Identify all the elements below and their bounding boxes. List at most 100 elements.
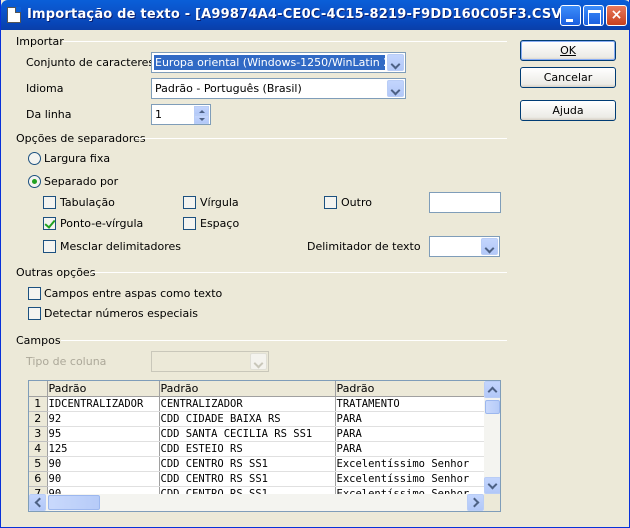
cell[interactable]: 90 (47, 456, 160, 472)
other-options-section-title: Outras opções (16, 266, 96, 279)
separators-section-title: Opções de separadores (16, 132, 146, 145)
cell[interactable]: CDD SANTA CECILIA RS SS1 (159, 426, 336, 442)
column-header[interactable]: Padrão (159, 381, 336, 397)
quoted-as-text-label[interactable]: Campos entre aspas como texto (44, 287, 222, 300)
column-header[interactable]: Padrão (335, 381, 486, 397)
document-icon (7, 7, 21, 23)
spin-up-icon[interactable] (194, 106, 209, 115)
row-number: 1 (29, 396, 48, 412)
from-row-value: 1 (155, 108, 162, 121)
separators-section-divider (135, 138, 507, 139)
column-header[interactable]: Padrão (47, 381, 160, 397)
row-number: 5 (29, 456, 48, 472)
fixed-width-radio[interactable] (28, 152, 41, 165)
text-delimiter-value (432, 239, 479, 254)
row-number: 4 (29, 441, 48, 457)
cell[interactable]: IDCENTRALIZADOR (47, 396, 160, 412)
cell[interactable]: CENTRALIZADOR (159, 396, 336, 412)
cell[interactable]: CDD CIDADE BAIXA RS (159, 411, 336, 427)
horizontal-scrollbar[interactable] (29, 494, 484, 511)
vertical-scrollbar[interactable] (484, 381, 500, 494)
merge-delimiters-checkbox[interactable] (43, 240, 56, 253)
cell[interactable]: CDD CENTRO RS SS1 (159, 471, 336, 487)
space-label[interactable]: Espaço (200, 217, 239, 230)
chevron-down-icon[interactable] (481, 238, 498, 255)
table-row: 5 90 CDD CENTRO RS SS1 Excelentíssimo Senho… (29, 456, 486, 472)
cancel-button[interactable]: Cancelar (520, 67, 616, 88)
maximize-button[interactable] (583, 5, 604, 26)
other-checkbox[interactable] (324, 196, 337, 209)
fields-preview-grid[interactable]: Padrão Padrão Padrão 1 IDCENTRALIZADOR CEN… (28, 380, 501, 512)
merge-delimiters-label[interactable]: Mesclar delimitadores (60, 240, 181, 253)
import-text-dialog: Importação de texto - [A99874A4-CE0C-4C1… (0, 0, 630, 528)
charset-select[interactable]: Europa oriental (Windows-1250/WinLatin 2… (151, 52, 406, 73)
cell[interactable]: 125 (47, 441, 160, 457)
row-number: 6 (29, 471, 48, 487)
help-label: Ajuda (552, 104, 584, 117)
separated-by-label[interactable]: Separado por (44, 175, 118, 188)
spin-down-icon[interactable] (194, 115, 209, 124)
horizontal-scroll-thumb[interactable] (48, 495, 100, 510)
cell[interactable]: PARA (335, 426, 486, 442)
ok-button[interactable]: OK (520, 40, 616, 61)
cell[interactable]: CDD ESTEIO RS (159, 441, 336, 457)
import-section-title: Importar (16, 35, 64, 48)
semicolon-label[interactable]: Ponto-e-vírgula (60, 217, 143, 230)
detect-special-numbers-checkbox[interactable] (28, 307, 41, 320)
cell[interactable]: PARA (335, 441, 486, 457)
separated-by-radio[interactable] (28, 175, 41, 188)
title-bar[interactable]: Importação de texto - [A99874A4-CE0C-4C1… (1, 0, 630, 30)
cell[interactable]: 92 (47, 411, 160, 427)
help-button[interactable]: Ajuda (520, 100, 616, 121)
cell[interactable]: CDD CENTRO RS SS1 (159, 456, 336, 472)
window-title: Importação de texto - [A99874A4-CE0C-4C1… (27, 7, 568, 22)
space-checkbox[interactable] (183, 217, 196, 230)
preview-table: Padrão Padrão Padrão 1 IDCENTRALIZADOR CEN… (29, 381, 486, 502)
column-type-select (151, 351, 269, 372)
minimize-button[interactable] (560, 5, 581, 26)
table-row: 6 90 CDD CENTRO RS SS1 Excelentíssimo Senho… (29, 471, 486, 487)
fields-section-divider (61, 340, 507, 341)
scrollbar-corner (484, 494, 500, 511)
from-row-spinner[interactable]: 1 (151, 104, 211, 125)
chevron-down-icon (250, 353, 267, 370)
language-select[interactable]: Padrão - Português (Brasil) (151, 78, 406, 99)
scroll-down-icon[interactable] (484, 477, 500, 494)
comma-label[interactable]: Vírgula (200, 196, 239, 209)
chevron-down-icon[interactable] (387, 54, 404, 71)
table-row: 1 IDCENTRALIZADOR CENTRALIZADOR TRATAMENTO (29, 396, 486, 412)
cell[interactable]: 95 (47, 426, 160, 442)
vertical-scroll-thumb[interactable] (485, 400, 500, 414)
detect-special-numbers-label[interactable]: Detectar números especiais (44, 307, 198, 320)
scroll-up-icon[interactable] (484, 381, 500, 398)
table-row: 3 95 CDD SANTA CECILIA RS SS1 PARA (29, 426, 486, 442)
row-number: 2 (29, 411, 48, 427)
quoted-as-text-checkbox[interactable] (28, 287, 41, 300)
cell[interactable]: 90 (47, 471, 160, 487)
scroll-right-icon[interactable] (467, 494, 484, 511)
text-delimiter-select[interactable] (429, 236, 500, 257)
other-separator-input[interactable] (429, 192, 501, 213)
other-options-divider (91, 272, 507, 273)
language-value: Padrão - Português (Brasil) (155, 82, 302, 95)
fields-section-title: Campos (16, 334, 61, 347)
column-type-label: Tipo de coluna (26, 355, 107, 368)
table-row: 4 125 CDD ESTEIO RS PARA (29, 441, 486, 457)
cell[interactable]: TRATAMENTO (335, 396, 486, 412)
charset-value: Europa oriental (Windows-1250/WinLatin 2… (154, 55, 385, 70)
column-type-value (154, 354, 248, 369)
charset-label: Conjunto de caracteres (26, 56, 155, 69)
tab-checkbox[interactable] (43, 196, 56, 209)
comma-checkbox[interactable] (183, 196, 196, 209)
text-delimiter-label: Delimitador de texto (307, 240, 421, 253)
other-label[interactable]: Outro (341, 196, 372, 209)
scroll-left-icon[interactable] (29, 494, 46, 511)
chevron-down-icon[interactable] (387, 80, 404, 97)
cell[interactable]: Excelentíssimo Senhor (335, 471, 486, 487)
fixed-width-label[interactable]: Largura fixa (44, 152, 110, 165)
cell[interactable]: Excelentíssimo Senhor (335, 456, 486, 472)
close-button[interactable]: × (606, 5, 627, 26)
cell[interactable]: PARA (335, 411, 486, 427)
semicolon-checkbox[interactable] (43, 217, 56, 230)
tab-label[interactable]: Tabulação (60, 196, 115, 209)
